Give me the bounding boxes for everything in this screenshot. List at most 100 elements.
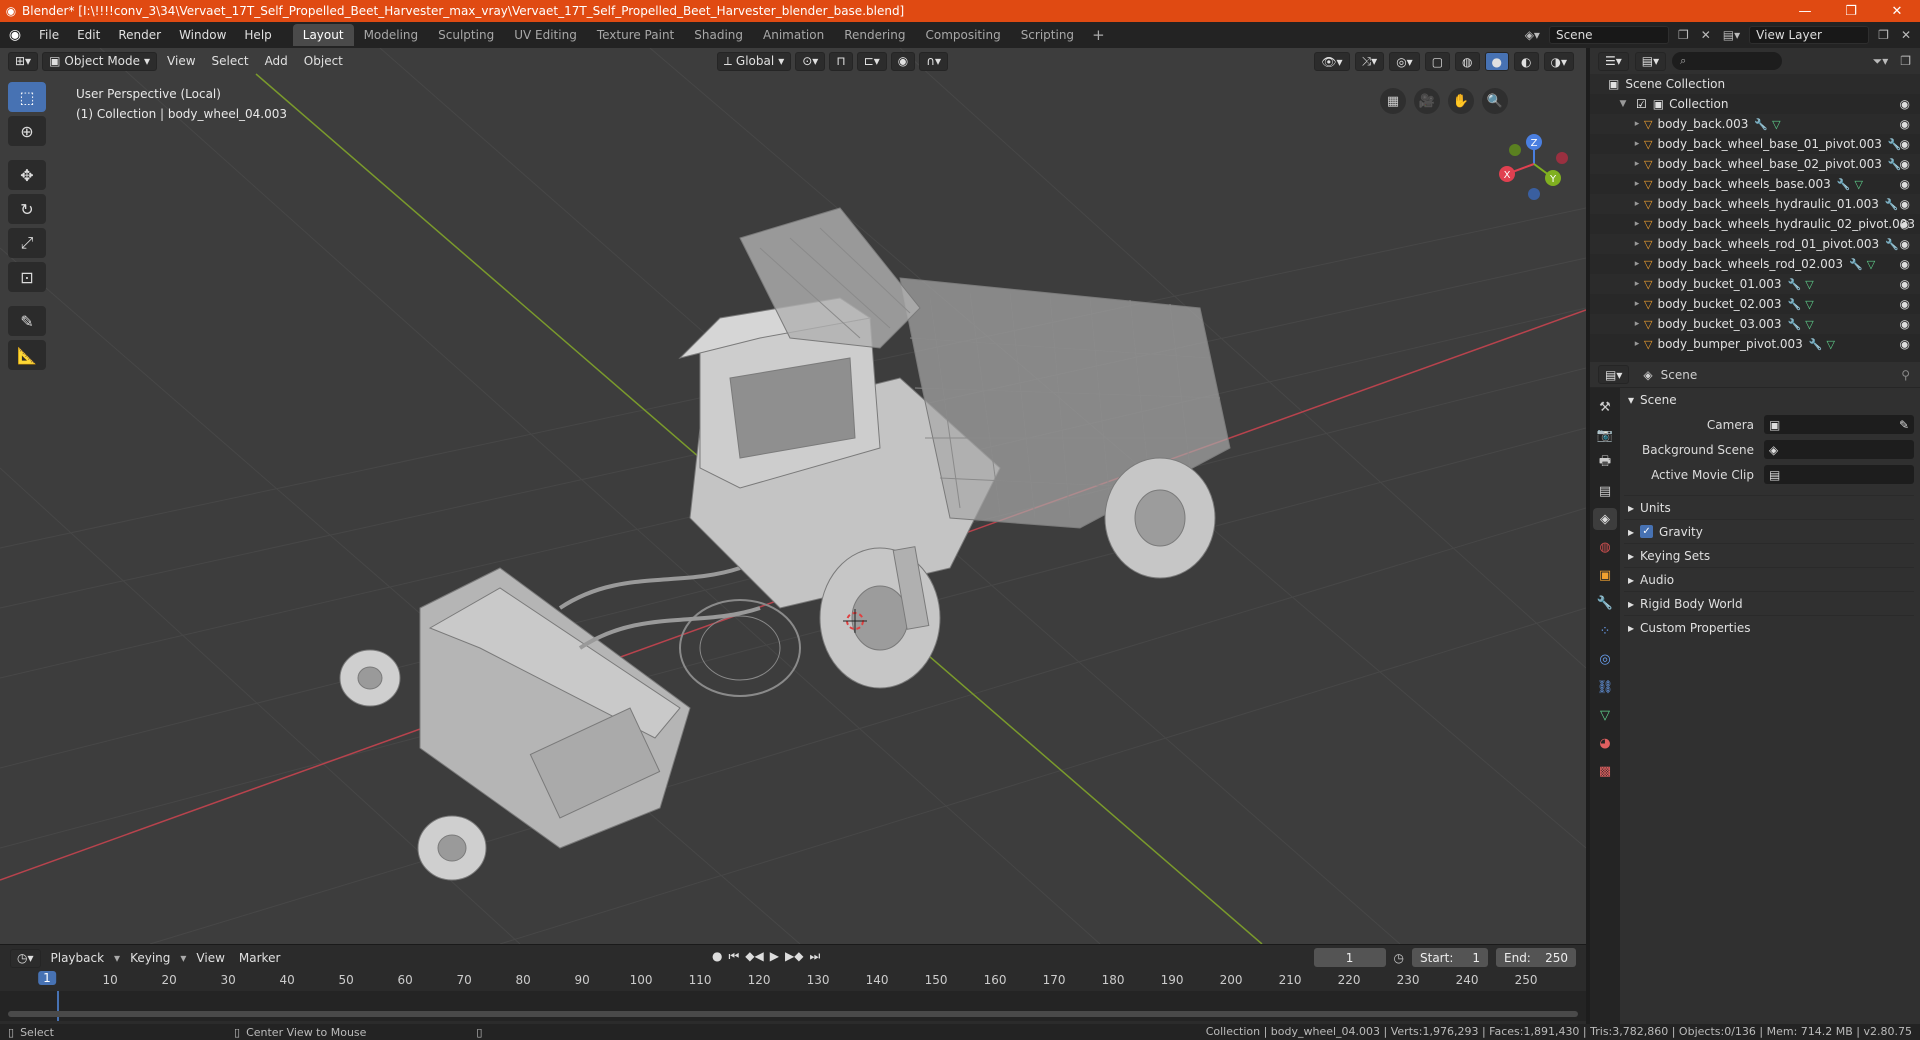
delete-view-layer-icon[interactable]: ✕ <box>1898 28 1914 42</box>
select-box-icon[interactable]: ⬚ <box>8 82 46 112</box>
menu-object[interactable]: Object <box>298 54 349 68</box>
custom-properties-panel[interactable]: ▸ Custom Properties <box>1624 615 1914 639</box>
expand-arrow-icon[interactable]: ▸ <box>1630 199 1644 209</box>
timeline-ruler[interactable]: 1 10 20 30 40 50 60 70 80 90 100 110 120 130 140 150 16… <box>0 971 1586 991</box>
rotate-icon[interactable]: ↻ <box>8 194 46 224</box>
expand-arrow-icon[interactable]: ▸ <box>1630 159 1644 169</box>
mesh-data-icon[interactable]: ▽ <box>1772 118 1780 131</box>
editor-type-button[interactable]: ⊞▾ <box>8 51 39 71</box>
constraints-tab-icon[interactable]: ⛓ <box>1593 676 1617 698</box>
current-frame-field[interactable]: 1 <box>1313 948 1386 967</box>
timeline-track-area[interactable] <box>0 991 1586 1021</box>
display-mode-button[interactable]: ▤▾ <box>1634 51 1667 71</box>
outliner-object-row[interactable]: ▸ ▽ body_bucket_02.003 🔧 ▽ ◉ <box>1590 294 1920 314</box>
gravity-checkbox[interactable]: ✓ <box>1640 525 1654 538</box>
eye-icon[interactable]: ◉ <box>1900 237 1910 251</box>
menu-keying[interactable]: Keying <box>126 951 174 965</box>
outliner-object-row[interactable]: ▸ ▽ body_back_wheels_rod_02.003 🔧 ▽ ◉ <box>1590 254 1920 274</box>
measure-icon[interactable]: 📐 <box>8 340 46 370</box>
close-button[interactable]: ✕ <box>1874 4 1920 19</box>
modifier-tab-icon[interactable]: 🔧 <box>1593 592 1617 614</box>
view-layer-tab-icon[interactable]: ▤ <box>1593 480 1617 502</box>
grid-view-icon[interactable]: ▦ <box>1380 88 1406 114</box>
eye-icon[interactable]: ◉ <box>1900 157 1910 171</box>
texture-tab-icon[interactable]: ▩ <box>1593 760 1617 782</box>
mesh-data-icon[interactable]: ▽ <box>1867 258 1875 271</box>
transform-orientation-dropdown[interactable]: ⟂ Global ▾ <box>716 51 792 71</box>
gizmo-toggle-icon[interactable]: ⤨▾ <box>1354 52 1385 71</box>
menu-add[interactable]: Add <box>259 54 294 68</box>
snap-settings-button[interactable]: ⊏▾ <box>856 51 887 71</box>
timeline-scrollbar[interactable] <box>8 1011 1578 1017</box>
solid-shading-icon[interactable]: ● <box>1484 52 1510 71</box>
material-tab-icon[interactable]: ◕ <box>1593 732 1617 754</box>
render-tab-icon[interactable]: 📷 <box>1593 424 1617 446</box>
expand-arrow-icon[interactable]: ▸ <box>1630 299 1644 309</box>
move-icon[interactable]: ✥ <box>8 160 46 190</box>
timeline-editor-type-button[interactable]: ◷▾ <box>10 948 41 968</box>
modifier-wrench-icon[interactable]: 🔧 <box>1754 118 1768 131</box>
tab-animation[interactable]: Animation <box>753 24 834 46</box>
eye-icon[interactable]: ◉ <box>1900 257 1910 271</box>
menu-render[interactable]: Render <box>109 28 170 42</box>
snap-toggle[interactable]: ⊓ <box>829 51 853 71</box>
object-mode-dropdown[interactable]: ▣ Object Mode ▾ <box>42 51 158 71</box>
outliner-editor-type-button[interactable]: ☰▾ <box>1598 51 1629 71</box>
expand-arrow-icon[interactable]: ▸ <box>1630 339 1644 349</box>
tab-shading[interactable]: Shading <box>684 24 753 46</box>
expand-arrow-icon[interactable]: ▸ <box>1630 219 1644 229</box>
expand-arrow-icon[interactable]: ▸ <box>1630 179 1644 189</box>
start-frame-field[interactable]: Start: 1 <box>1412 948 1488 967</box>
tab-texture-paint[interactable]: Texture Paint <box>587 24 684 46</box>
visibility-icon[interactable]: 👁▾ <box>1314 52 1350 71</box>
particles-tab-icon[interactable]: ⁘ <box>1593 620 1617 642</box>
jump-start-icon[interactable]: ⏮ <box>728 949 739 964</box>
outliner-object-row[interactable]: ▸ ▽ body_bucket_03.003 🔧 ▽ ◉ <box>1590 314 1920 334</box>
eye-icon[interactable]: ◉ <box>1900 277 1910 291</box>
outliner-object-row[interactable]: ▸ ▽ body_bucket_01.003 🔧 ▽ ◉ <box>1590 274 1920 294</box>
modifier-wrench-icon[interactable]: 🔧 <box>1849 258 1863 271</box>
view-layer-selector[interactable]: View Layer <box>1749 26 1870 44</box>
units-panel[interactable]: ▸ Units <box>1624 495 1914 519</box>
pin-icon[interactable]: ⚲ <box>1901 368 1910 382</box>
active-clip-field[interactable]: ▤ <box>1764 465 1914 484</box>
eye-icon[interactable]: ◉ <box>1900 317 1910 331</box>
properties-editor-type-button[interactable]: ▤▾ <box>1598 365 1630 384</box>
rigid-body-world-panel[interactable]: ▸ Rigid Body World <box>1624 591 1914 615</box>
camera-view-icon[interactable]: 🎥 <box>1414 88 1440 114</box>
scene-panel-header[interactable]: ▾ Scene <box>1624 388 1914 412</box>
outliner-object-row[interactable]: ▸ ▽ body_back.003 🔧 ▽ ◉ <box>1590 114 1920 134</box>
menu-view[interactable]: View <box>161 54 201 68</box>
modifier-wrench-icon[interactable]: 🔧 <box>1809 338 1823 351</box>
scene-selector[interactable]: Scene <box>1548 26 1669 44</box>
mesh-data-icon[interactable]: ▽ <box>1805 318 1813 331</box>
new-scene-icon[interactable]: ❐ <box>1675 28 1692 42</box>
minimize-button[interactable]: — <box>1782 4 1828 19</box>
tab-compositing[interactable]: Compositing <box>915 24 1010 46</box>
maximize-button[interactable]: ❐ <box>1828 4 1874 19</box>
expand-collapse-icon[interactable]: ▼ <box>1616 99 1630 109</box>
menu-help[interactable]: Help <box>235 28 280 42</box>
eye-icon[interactable]: ◉ <box>1900 297 1910 311</box>
menu-select[interactable]: Select <box>206 54 255 68</box>
menu-file[interactable]: File <box>30 28 68 42</box>
outliner-object-row[interactable]: ▸ ▽ body_back_wheels_base.003 🔧 ▽ ◉ <box>1590 174 1920 194</box>
mesh-data-icon[interactable]: ▽ <box>1805 298 1813 311</box>
collection-checkbox-icon[interactable]: ☑ <box>1636 97 1647 111</box>
pan-hand-icon[interactable]: ✋ <box>1448 88 1474 114</box>
object-tab-icon[interactable]: ▣ <box>1593 564 1617 586</box>
new-view-layer-icon[interactable]: ❐ <box>1875 28 1892 42</box>
new-collection-icon[interactable]: ❐ <box>1897 54 1914 68</box>
annotate-icon[interactable]: ✎ <box>8 306 46 336</box>
mesh-data-icon[interactable]: ▽ <box>1854 178 1862 191</box>
pivot-point-button[interactable]: ⊙▾ <box>795 51 826 71</box>
eye-icon[interactable]: ◉ <box>1900 217 1910 231</box>
expand-arrow-icon[interactable]: ▸ <box>1630 259 1644 269</box>
expand-arrow-icon[interactable]: ▸ <box>1630 139 1644 149</box>
mesh-data-icon[interactable]: ▽ <box>1827 338 1835 351</box>
material-shading-icon[interactable]: ◐ <box>1514 52 1539 71</box>
view-layer-icon[interactable]: ▤▾ <box>1720 28 1743 42</box>
add-workspace-button[interactable]: + <box>1084 26 1113 44</box>
eye-icon[interactable]: ◉ <box>1900 337 1910 351</box>
proportional-falloff-button[interactable]: ∩▾ <box>919 51 949 71</box>
